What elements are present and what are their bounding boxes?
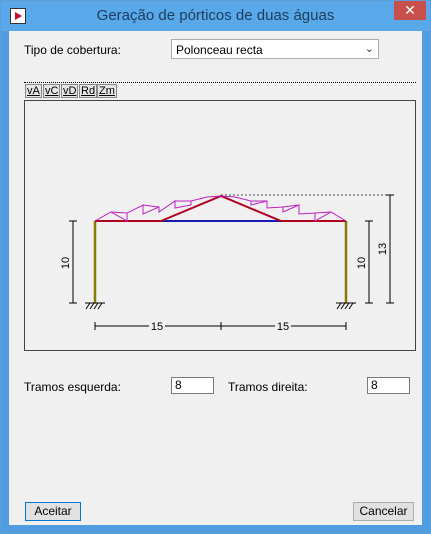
frame-preview-canvas[interactable]: 10 10 13 15 15 — [24, 100, 416, 351]
tool-vc-button[interactable]: vC — [43, 84, 61, 98]
roof-type-value: Polonceau recta — [176, 43, 263, 57]
roof-web-diagonals — [94, 195, 347, 222]
right-span-label: 15 — [277, 321, 289, 333]
right-support-icon — [336, 302, 356, 310]
title-bar[interactable]: Geração de pórticos de duas águas ✕ — [1, 1, 430, 31]
cancel-button[interactable]: Cancelar — [353, 502, 414, 521]
ridge-height-label: 13 — [377, 243, 389, 255]
span-dimensions — [94, 322, 347, 330]
left-span-label: 15 — [151, 321, 163, 333]
tool-rd-button[interactable]: Rd — [79, 84, 98, 98]
window-title: Geração de pórticos de duas águas — [96, 7, 335, 24]
tool-va-button[interactable]: vA — [25, 84, 42, 98]
left-height-label: 10 — [60, 257, 72, 269]
accept-button[interactable]: Aceitar — [25, 502, 81, 521]
right-spans-label: Tramos direita: — [228, 380, 308, 394]
roof-type-select[interactable]: Polonceau recta ⌄ — [171, 39, 379, 59]
rafters — [160, 194, 282, 222]
right-height-label: 10 — [356, 257, 368, 269]
roof-type-label: Tipo de cobertura: — [24, 43, 121, 57]
dialog-body: Tipo de cobertura: Polonceau recta ⌄ vA … — [9, 31, 422, 525]
right-spans-input[interactable]: 8 — [367, 377, 410, 394]
tool-zm-button[interactable]: Zm — [97, 84, 117, 98]
chevron-down-icon: ⌄ — [364, 43, 374, 55]
close-button[interactable]: ✕ — [394, 1, 426, 20]
tool-vd-button[interactable]: vD — [61, 84, 79, 98]
left-spans-label: Tramos esquerda: — [24, 380, 121, 394]
dialog-window: Geração de pórticos de duas águas ✕ Tipo… — [0, 0, 431, 534]
left-support-icon — [85, 302, 105, 310]
left-spans-input[interactable]: 8 — [171, 377, 214, 394]
